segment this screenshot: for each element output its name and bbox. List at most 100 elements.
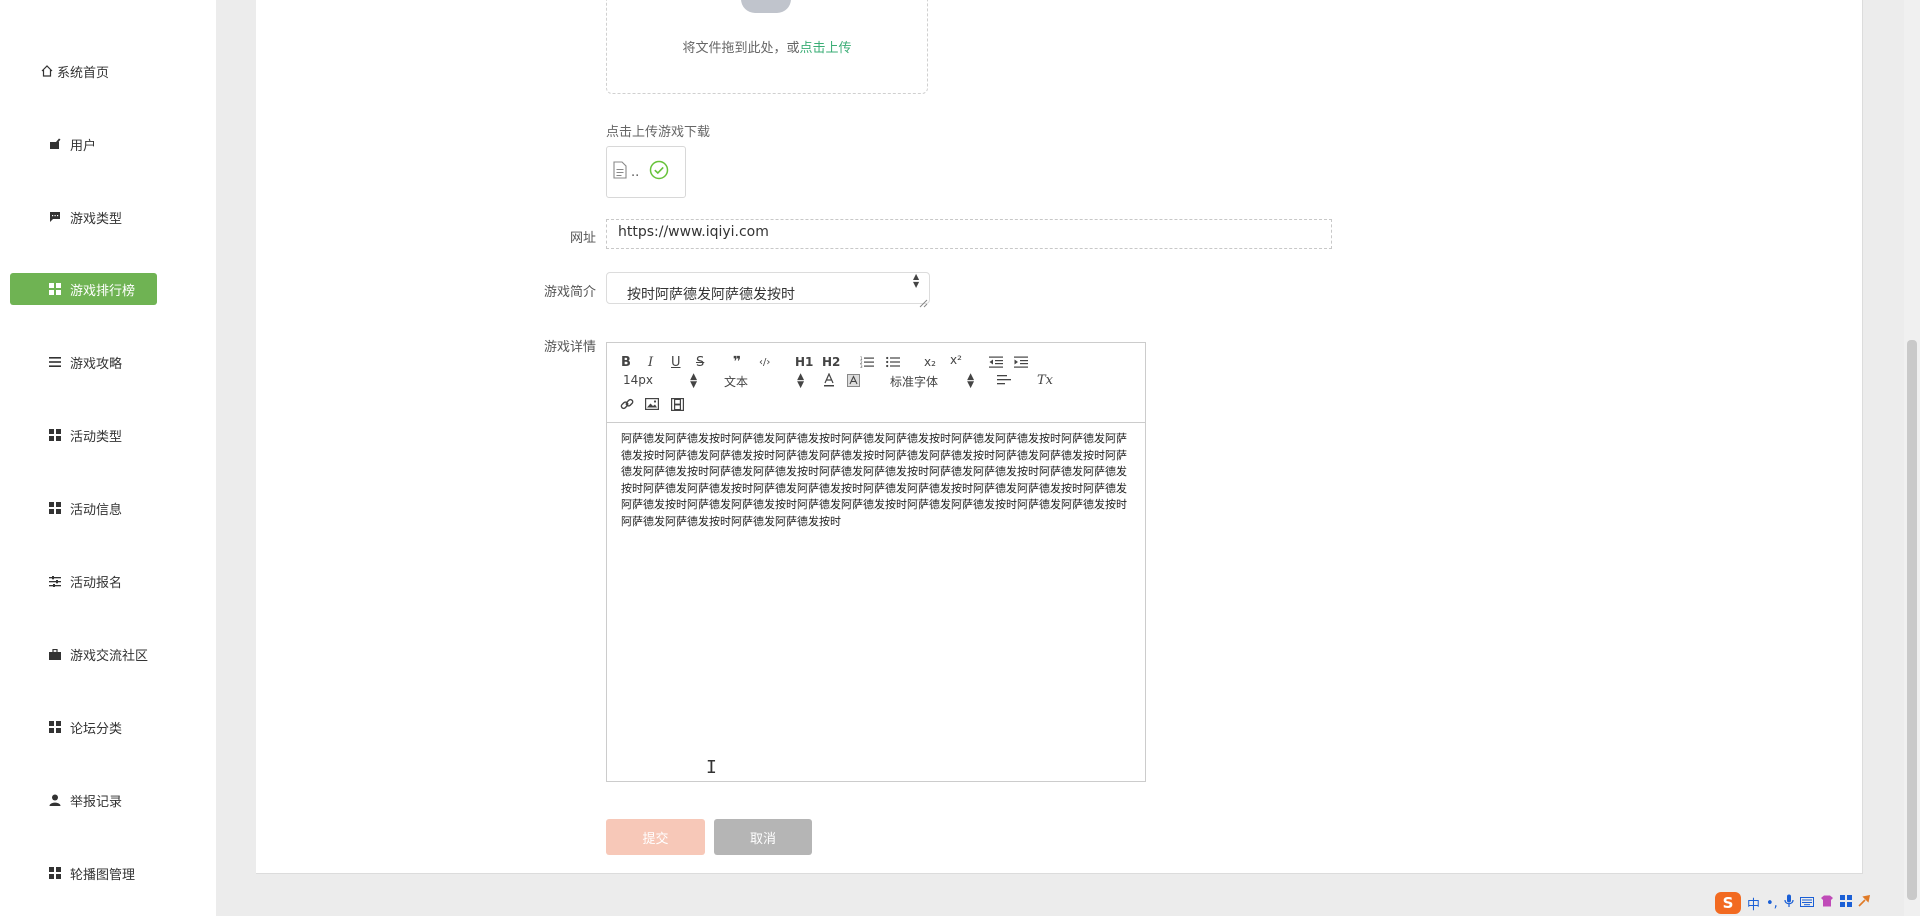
sidebar-item-label: 论坛分类 bbox=[70, 721, 123, 737]
grid-icon bbox=[48, 501, 62, 515]
video-icon[interactable] bbox=[671, 395, 684, 413]
file-name: .. bbox=[631, 164, 640, 180]
indent-icon[interactable] bbox=[1014, 353, 1028, 371]
toolbox-icon[interactable] bbox=[1839, 895, 1852, 911]
sidebar-item-label: 游戏交流社区 bbox=[70, 648, 149, 664]
h1-button[interactable]: H1 bbox=[795, 353, 813, 371]
briefcase-icon bbox=[48, 647, 62, 661]
italic-button[interactable]: I bbox=[648, 353, 653, 371]
align-left-icon[interactable] bbox=[997, 371, 1011, 389]
resize-handle-icon[interactable] bbox=[918, 293, 928, 312]
uploaded-file-card[interactable]: .. bbox=[606, 146, 686, 198]
sidebar-item-label: 举报记录 bbox=[70, 794, 123, 810]
intro-text: 按时阿萨德发阿萨德发按时 bbox=[627, 287, 795, 303]
home-icon bbox=[40, 64, 54, 78]
sidebar-item-label: 活动报名 bbox=[70, 575, 123, 591]
sidebar-item-user[interactable]: 用户 bbox=[10, 128, 157, 160]
select-arrows-icon: ▲ ▼ bbox=[967, 372, 974, 390]
sidebar-item-game-guide[interactable]: 游戏攻略 bbox=[10, 346, 157, 378]
h2-button[interactable]: H2 bbox=[822, 353, 840, 371]
grid-icon bbox=[48, 866, 62, 880]
underline-button[interactable]: U bbox=[671, 353, 681, 371]
ime-toolbar: S 中 •, bbox=[1715, 892, 1870, 914]
sidebar-item-game-ranking[interactable]: 游戏排行榜 bbox=[10, 273, 157, 305]
sogou-logo-icon[interactable]: S bbox=[1715, 892, 1741, 914]
sidebar-item-activity-type[interactable]: 活动类型 bbox=[10, 419, 157, 451]
sidebar-item-activity-info[interactable]: 活动信息 bbox=[10, 492, 157, 524]
font-family-value: 标准字体 bbox=[890, 375, 939, 389]
subscript-button[interactable]: x₂ bbox=[924, 353, 936, 371]
intro-textarea[interactable]: 按时阿萨德发阿萨德发按时 bbox=[606, 272, 930, 304]
clear-format-button[interactable]: Tx bbox=[1037, 371, 1053, 389]
chat-icon bbox=[48, 210, 62, 224]
file-icon bbox=[613, 161, 627, 183]
settings-icon[interactable] bbox=[1858, 894, 1870, 911]
upload-hint: 将文件拖到此处，或点击上传 bbox=[606, 37, 928, 56]
text-color-icon[interactable] bbox=[823, 371, 835, 389]
superscript-button[interactable]: x² bbox=[950, 351, 962, 369]
sidebar-item-label: 游戏攻略 bbox=[70, 356, 123, 372]
sidebar-item-label: 系统首页 bbox=[57, 65, 110, 81]
url-label: 网址 bbox=[569, 231, 596, 246]
sidebar-item-label: 用户 bbox=[70, 138, 97, 154]
font-size-value: 14px bbox=[623, 373, 653, 387]
outdent-icon[interactable] bbox=[989, 353, 1003, 371]
bold-button[interactable]: B bbox=[621, 353, 631, 371]
upload-hint-text: 将文件拖到此处，或 bbox=[682, 41, 800, 56]
bullet-list-icon[interactable] bbox=[886, 353, 900, 371]
punctuation-icon[interactable]: •, bbox=[1766, 896, 1778, 911]
sidebar-item-activity-signup[interactable]: 活动报名 bbox=[10, 565, 157, 597]
heading-select[interactable]: 文本 ▲ ▼ bbox=[724, 372, 804, 390]
sidebar-item-forum-category[interactable]: 论坛分类 bbox=[10, 711, 157, 743]
sidebar-item-report-record[interactable]: 举报记录 bbox=[10, 784, 157, 816]
keyboard-icon[interactable] bbox=[1799, 896, 1814, 911]
upload-link[interactable]: 点击上传 bbox=[800, 41, 852, 56]
sidebar-item-label: 游戏类型 bbox=[70, 211, 123, 227]
background-color-icon[interactable] bbox=[847, 371, 860, 389]
submit-button[interactable]: 提交 bbox=[606, 819, 705, 855]
user-icon bbox=[48, 137, 62, 151]
sidebar-item-label: 活动类型 bbox=[70, 429, 123, 445]
sidebar-item-label: 活动信息 bbox=[70, 502, 123, 518]
upload-cloud-icon bbox=[741, 0, 791, 13]
rich-text-editor[interactable]: B I U S ❞ ‹/› H1 H2 123 x₂ x² 14px ▲ ▼ 文本… bbox=[606, 342, 1146, 782]
scrollbar-thumb[interactable] bbox=[1907, 340, 1917, 900]
strike-button[interactable]: S bbox=[696, 353, 704, 371]
svg-text:3: 3 bbox=[860, 364, 863, 368]
url-input[interactable]: https://www.iqiyi.com bbox=[606, 219, 1332, 249]
download-upload-label[interactable]: 点击上传游戏下载 bbox=[606, 121, 710, 140]
code-block-button[interactable]: ‹/› bbox=[759, 353, 770, 371]
grid-icon bbox=[48, 282, 62, 296]
link-icon[interactable] bbox=[620, 395, 634, 413]
font-family-select[interactable]: 标准字体 ▲ ▼ bbox=[890, 372, 974, 390]
detail-label: 游戏详情 bbox=[543, 340, 596, 355]
check-circle-icon bbox=[649, 160, 669, 184]
editor-toolbar: B I U S ❞ ‹/› H1 H2 123 x₂ x² 14px ▲ ▼ 文本… bbox=[607, 343, 1145, 423]
sidebar-item-home[interactable]: 系统首页 bbox=[10, 55, 157, 87]
person-icon bbox=[48, 793, 62, 807]
blockquote-button[interactable]: ❞ bbox=[733, 353, 741, 371]
skin-icon[interactable] bbox=[1820, 895, 1834, 911]
cancel-button[interactable]: 取消 bbox=[714, 819, 812, 855]
sidebar-item-community[interactable]: 游戏交流社区 bbox=[10, 638, 157, 670]
microphone-icon[interactable] bbox=[1784, 894, 1794, 912]
textarea-spinner-icon[interactable]: ▲ ▼ bbox=[913, 273, 919, 289]
list-icon bbox=[48, 355, 62, 369]
select-arrows-icon: ▲ ▼ bbox=[797, 372, 804, 390]
sidebar-item-banner-manage[interactable]: 轮播图管理 bbox=[10, 857, 157, 889]
font-size-select[interactable]: 14px ▲ ▼ bbox=[623, 372, 697, 390]
ime-lang-indicator[interactable]: 中 bbox=[1747, 894, 1760, 913]
ordered-list-icon[interactable]: 123 bbox=[860, 353, 874, 371]
intro-label: 游戏简介 bbox=[543, 285, 596, 300]
heading-value: 文本 bbox=[724, 375, 749, 389]
sliders-icon bbox=[48, 574, 62, 588]
grid-icon bbox=[48, 428, 62, 442]
select-arrows-icon: ▲ ▼ bbox=[690, 372, 697, 390]
sidebar: 系统首页 用户 游戏类型 游戏排行榜 游戏攻略 活动类型 活动信息 活动报名 游… bbox=[0, 0, 216, 916]
image-icon[interactable] bbox=[645, 395, 659, 413]
grid-icon bbox=[48, 720, 62, 734]
editor-content[interactable]: 阿萨德发阿萨德发按时阿萨德发阿萨德发按时阿萨德发阿萨德发按时阿萨德发阿萨德发按时… bbox=[621, 431, 1133, 530]
sidebar-item-label: 游戏排行榜 bbox=[70, 283, 136, 299]
sidebar-item-game-type[interactable]: 游戏类型 bbox=[10, 201, 157, 233]
sidebar-item-label: 轮播图管理 bbox=[70, 867, 136, 883]
